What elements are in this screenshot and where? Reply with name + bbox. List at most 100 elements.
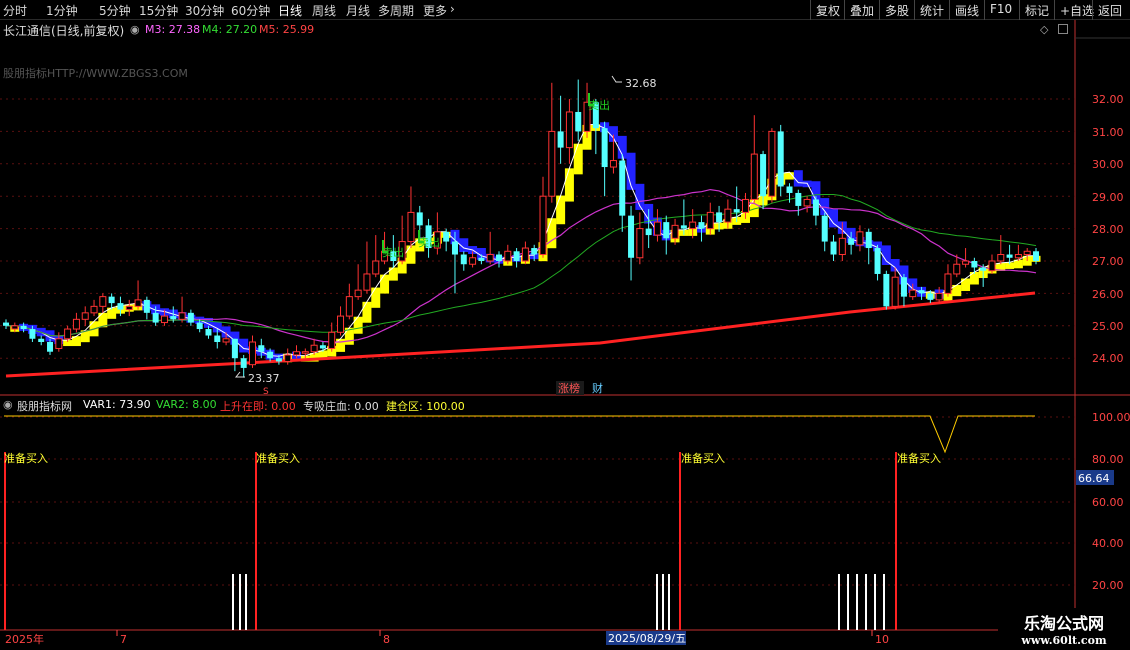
indicator-axis-label: 100.00 (1092, 411, 1130, 424)
candle-body (628, 215, 635, 258)
candle-body (267, 351, 274, 359)
indicator-plot (4, 415, 1035, 630)
settings-dot-icon[interactable]: ◉ (130, 23, 140, 36)
candle-body (856, 231, 864, 246)
candle[interactable] (337, 306, 345, 336)
ribbon-segment (362, 301, 372, 323)
candle[interactable] (653, 209, 661, 242)
candle-body (372, 260, 380, 275)
indicator-axis-label: 80.00 (1092, 453, 1124, 466)
candle[interactable] (830, 235, 837, 261)
candle-body (310, 344, 318, 353)
candle[interactable] (187, 309, 194, 326)
candle[interactable] (134, 280, 142, 310)
candle[interactable] (178, 296, 186, 323)
candle[interactable] (143, 296, 150, 320)
candle[interactable] (733, 186, 740, 223)
candle[interactable] (81, 306, 89, 326)
ma3-value: M3: 27.38 (145, 23, 201, 36)
candle-body (196, 322, 203, 330)
candle[interactable] (345, 283, 353, 320)
ribbon-segment (881, 245, 891, 265)
candle[interactable] (935, 286, 943, 304)
candle-body (11, 325, 19, 330)
candle-body (848, 238, 855, 245)
candle[interactable] (328, 322, 336, 352)
date-axis: 2025年 7 8 2025/08/29/五 10 (5, 630, 889, 646)
candle[interactable] (90, 299, 98, 317)
date-label: 7 (120, 633, 127, 646)
candle[interactable] (372, 235, 380, 278)
candle[interactable] (812, 196, 819, 226)
candle[interactable] (504, 244, 512, 265)
candle[interactable] (619, 154, 626, 232)
candle[interactable] (495, 251, 502, 268)
candle[interactable] (486, 231, 494, 265)
candle[interactable] (125, 299, 133, 317)
candle-body (222, 338, 230, 343)
stock-title[interactable]: 长江通信(日线,前复权) (3, 22, 124, 39)
diamond-icon[interactable]: ◇ (1040, 23, 1048, 36)
candle[interactable] (856, 225, 864, 252)
candle[interactable] (99, 293, 107, 313)
candle-body (513, 251, 520, 261)
candle[interactable] (636, 212, 644, 265)
candle[interactable] (557, 95, 564, 164)
candle[interactable] (319, 342, 326, 352)
finance-label[interactable]: 财 (592, 381, 603, 395)
candle[interactable] (944, 264, 952, 297)
candle[interactable] (874, 244, 881, 281)
candle-body (337, 315, 345, 333)
indicator-axis-label: 40.00 (1092, 537, 1124, 550)
candle[interactable] (460, 251, 467, 271)
candle[interactable] (628, 205, 635, 281)
candle[interactable] (248, 335, 256, 368)
candle[interactable] (38, 335, 45, 346)
price-axis-label: 24.00 (1092, 352, 1124, 365)
candle[interactable] (971, 257, 978, 274)
candle[interactable] (240, 354, 247, 378)
indicator-settings-icon[interactable]: ◉ (3, 398, 13, 411)
candle-body (988, 260, 996, 272)
candle-body (601, 128, 608, 168)
candle-body (980, 267, 987, 271)
candle[interactable] (988, 254, 996, 274)
candle[interactable] (548, 82, 556, 203)
candle[interactable] (513, 248, 520, 268)
candle[interactable] (443, 228, 450, 252)
candle[interactable] (663, 215, 670, 255)
candle[interactable] (539, 176, 547, 258)
candle[interactable] (363, 241, 371, 294)
candle[interactable] (883, 270, 890, 310)
maximize-icon[interactable] (1058, 24, 1068, 34)
candle[interactable] (354, 264, 362, 300)
candle[interactable] (231, 338, 238, 372)
candle[interactable] (997, 235, 1005, 265)
candle[interactable] (768, 128, 776, 203)
candle[interactable] (795, 189, 802, 216)
indicator-name[interactable]: 股朋指标网 (17, 398, 72, 414)
candle-body (20, 325, 27, 330)
kline-chart[interactable]: 32.00 31.00 30.00 29.00 28.00 27.00 26.0… (0, 0, 1130, 650)
zhangbang-label[interactable]: 涨榜 (558, 381, 580, 395)
absorb-value: 专吸庄血: 0.00 (303, 400, 379, 413)
candle[interactable] (900, 273, 907, 307)
candle[interactable] (821, 212, 828, 252)
ma5-value: M5: 25.99 (259, 23, 315, 36)
var1-value: VAR1: 73.90 (83, 398, 151, 411)
candle[interactable] (72, 312, 80, 333)
candle-body (72, 318, 80, 330)
candle[interactable] (777, 124, 784, 197)
candle[interactable] (3, 319, 9, 330)
candle[interactable] (601, 121, 608, 197)
candle[interactable] (962, 248, 970, 268)
candle-body (1014, 254, 1022, 259)
candle[interactable] (750, 115, 758, 203)
candle[interactable] (891, 267, 899, 310)
candle-body (619, 160, 626, 216)
candle[interactable] (565, 99, 573, 164)
candle[interactable] (521, 241, 529, 265)
candle[interactable] (803, 196, 811, 213)
candle[interactable] (865, 228, 872, 265)
candle-body (99, 296, 107, 307)
